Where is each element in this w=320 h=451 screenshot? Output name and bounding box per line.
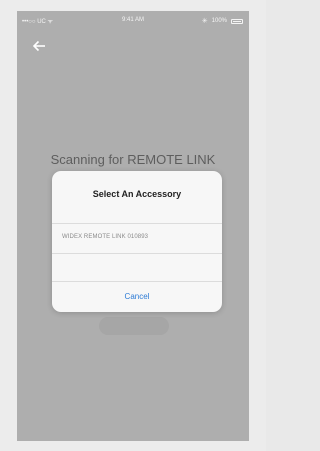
phone-screen: •••○○ UC ᯤ 9:41 AM ✳ 100% Scanning for R… — [17, 11, 249, 441]
dialog-title: Select An Accessory — [92, 189, 182, 199]
cancel-button[interactable]: Cancel — [52, 282, 222, 312]
status-right: ✳ 100% — [202, 17, 243, 25]
select-accessory-dialog: Select An Accessory WIDEX REMOTE LINK 01… — [52, 171, 222, 312]
status-bar: •••○○ UC ᯤ 9:41 AM ✳ 100% — [17, 11, 249, 31]
bluetooth-icon: ✳ — [201, 18, 208, 25]
empty-list-row — [52, 253, 222, 281]
back-arrow-icon[interactable] — [31, 38, 47, 54]
accessory-list-item[interactable]: WIDEX REMOTE LINK 010893 — [62, 234, 212, 240]
battery-icon — [231, 18, 243, 24]
screenshot-frame: •••○○ UC ᯤ 9:41 AM ✳ 100% Scanning for R… — [0, 0, 266, 451]
scanning-title: Scanning for REMOTE LINK — [50, 152, 216, 167]
battery-percent: 100% — [211, 18, 227, 24]
background-button-placeholder — [99, 317, 169, 335]
divider — [52, 223, 222, 224]
